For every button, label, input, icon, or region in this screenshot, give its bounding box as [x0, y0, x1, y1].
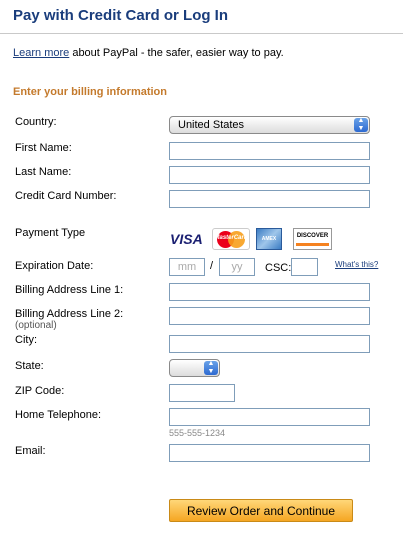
page-title: Pay with Credit Card or Log In: [13, 7, 229, 24]
mastercard-card-icon: MasterCard: [212, 228, 250, 250]
learn-more-text: Learn more about PayPal - the safer, eas…: [13, 47, 284, 59]
expiration-date-label: Expiration Date:: [15, 260, 94, 272]
first-name-label: First Name:: [15, 142, 72, 154]
learn-more-link[interactable]: Learn more: [13, 47, 69, 59]
expiration-year-field[interactable]: [219, 258, 255, 276]
csc-field[interactable]: [291, 258, 318, 276]
state-select[interactable]: ▲ ▼: [169, 359, 220, 377]
select-arrows-icon: ▲ ▼: [354, 117, 368, 132]
email-label: Email:: [15, 445, 46, 457]
card-number-field[interactable]: [169, 190, 370, 208]
select-arrows-icon: ▲ ▼: [204, 360, 218, 375]
country-label: Country:: [15, 116, 57, 128]
phone-format-hint: 555-555-1234: [169, 428, 226, 438]
last-name-label: Last Name:: [15, 166, 72, 178]
whats-this-link[interactable]: What's this?: [335, 260, 378, 269]
expiration-separator: /: [210, 260, 214, 272]
country-select-value: United States: [178, 119, 245, 131]
amex-card-icon: AMEX: [256, 228, 282, 250]
zip-field[interactable]: [169, 384, 235, 402]
review-order-button[interactable]: Review Order and Continue: [169, 499, 353, 522]
card-number-label: Credit Card Number:: [15, 190, 117, 202]
zip-label: ZIP Code:: [15, 385, 65, 397]
state-label: State:: [15, 360, 44, 372]
divider: [0, 33, 403, 34]
country-select[interactable]: United States ▲ ▼: [169, 116, 370, 134]
address-line2-optional: (optional): [15, 320, 57, 331]
city-field[interactable]: [169, 335, 370, 353]
address-line1-label: Billing Address Line 1:: [15, 284, 124, 296]
expiration-month-field[interactable]: [169, 258, 205, 276]
phone-field[interactable]: [169, 408, 370, 426]
address-line1-field[interactable]: [169, 283, 370, 301]
section-title: Enter your billing information: [13, 86, 167, 98]
phone-label: Home Telephone:: [15, 409, 102, 421]
payment-type-label: Payment Type: [15, 227, 86, 239]
city-label: City:: [15, 334, 37, 346]
last-name-field[interactable]: [169, 166, 370, 184]
address-line2-field[interactable]: [169, 307, 370, 325]
discover-card-icon: DISCOVER: [293, 228, 332, 250]
email-field[interactable]: [169, 444, 370, 462]
address-line2-label: Billing Address Line 2:: [15, 308, 124, 320]
learn-more-description: about PayPal - the safer, easier way to …: [69, 47, 284, 59]
visa-card-icon: VISA: [170, 231, 203, 247]
first-name-field[interactable]: [169, 142, 370, 160]
csc-label: CSC:: [265, 262, 292, 274]
